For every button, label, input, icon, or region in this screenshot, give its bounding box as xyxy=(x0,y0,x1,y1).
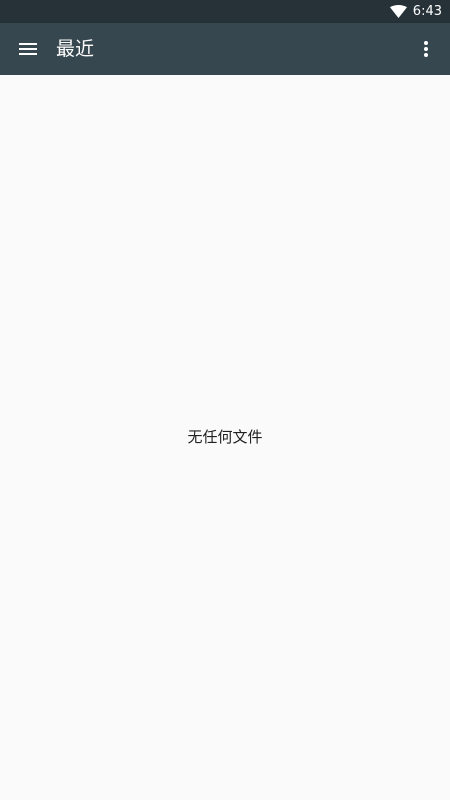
more-vert-icon xyxy=(424,41,428,57)
menu-icon xyxy=(19,43,37,55)
status-icons: 6:43 xyxy=(389,0,442,23)
page-title: 最近 xyxy=(56,38,95,60)
overflow-menu-button[interactable] xyxy=(406,29,446,69)
status-time: 6:43 xyxy=(412,4,442,19)
screen: 6:43 最近 无任何文件 xyxy=(0,0,450,800)
wifi-icon xyxy=(389,5,407,18)
empty-state-message: 无任何文件 xyxy=(187,428,263,446)
menu-button[interactable] xyxy=(8,29,48,69)
app-bar: 最近 xyxy=(0,23,450,75)
status-bar: 6:43 xyxy=(0,0,450,23)
file-list-area: 无任何文件 xyxy=(0,75,450,800)
